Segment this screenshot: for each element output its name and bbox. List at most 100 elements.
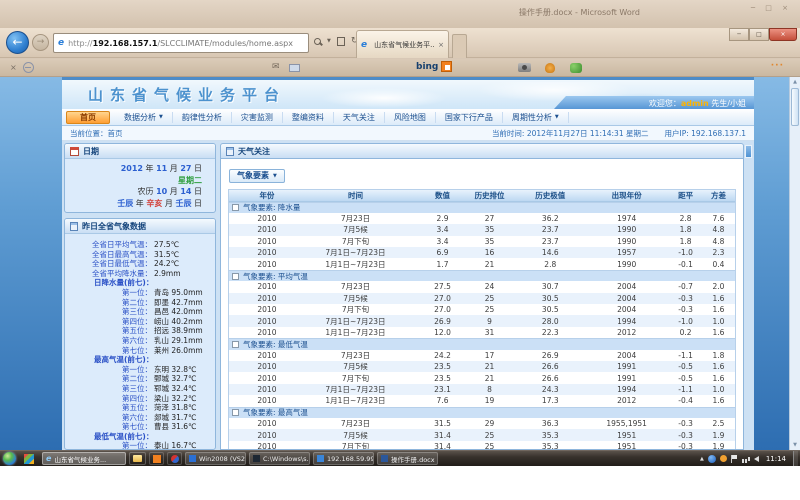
scroll-up-icon[interactable]: ▲ [790,77,800,87]
table-row[interactable]: 20101月1日~7月23日1.7212.81990-0.10.4 [229,258,735,269]
maximize-button[interactable]: □ [749,28,769,41]
url-text[interactable]: http://192.168.157.1/SLCCLIMATE/modules/… [68,39,293,48]
table-row[interactable]: 20107月下旬31.42535.31951-0.31.9 [229,441,735,450]
date-segment: 年 [143,164,156,173]
action-center-flag-icon[interactable] [731,455,738,463]
taskbar-task-button-2[interactable]: C:\Windows\s... [249,452,310,465]
weather-panel-header: 昨日全省气象数据 [65,219,215,234]
taskbar-task-button-3[interactable]: 192.168.59.99... [313,452,374,465]
section-checkbox[interactable] [232,204,239,211]
taskbar-task-button-4[interactable]: 操作手册.docx ... [377,452,438,465]
card-icon[interactable] [289,64,300,72]
nav-item-7[interactable]: 风险地图 [385,112,436,123]
table-row[interactable]: 20107月5候23.52126.61991-0.51.6 [229,361,735,372]
camera-plugin-icon[interactable] [518,63,531,72]
show-desktop-button[interactable] [793,451,798,467]
bing-logo[interactable]: bing [416,61,452,72]
close-button[interactable]: × [769,28,797,41]
start-button[interactable] [3,452,16,465]
close-pane-icon[interactable]: × [10,63,17,72]
table-row[interactable]: 20107月5候31.42535.31951-0.31.9 [229,429,735,440]
table-cell: 25 [463,305,517,314]
table-cell: 7月23日 [289,350,423,361]
table-row[interactable]: 20107月下旬3.43523.719901.84.8 [229,236,735,247]
table-row[interactable]: 20107月下旬23.52126.61991-0.51.6 [229,372,735,383]
table-row[interactable]: 20107月5候3.43523.719901.84.8 [229,224,735,235]
table-cell: 23.5 [422,362,462,371]
table-row[interactable]: 20107月5候27.02530.52004-0.31.6 [229,293,735,304]
table-row[interactable]: 20107月23日24.21726.92004-1.11.8 [229,350,735,361]
table-row[interactable]: 20107月1日~7月23日23.1824.31994-1.11.0 [229,384,735,395]
network-globe-icon[interactable] [708,455,716,463]
taskbar-app-button-2[interactable] [167,452,182,465]
table-row[interactable]: 20101月1日~7月23日12.03122.320120.21.6 [229,327,735,338]
table-cell: -0.7 [669,282,702,291]
yesterday-weather-panel: 昨日全省气象数据 全省日平均气温：27.5℃全省日最高气温：31.5℃全省日最低… [64,218,216,450]
table-cell: 1月1日~7月23日 [289,395,423,406]
browser-tab[interactable]: e 山东省气候业务平... × [356,30,449,58]
rank-value: 昌邑 42.0mm [154,307,203,316]
taskbar-clock[interactable]: 11:14 [766,455,786,463]
section-checkbox[interactable] [232,273,239,280]
chevron-down-icon[interactable]: ▼ [327,38,331,44]
tray-app-icon[interactable] [720,455,727,462]
table-row[interactable]: 20107月23日2.92736.219742.87.6 [229,213,735,224]
network-status-icon[interactable] [742,455,750,463]
section-checkbox[interactable] [232,341,239,348]
more-options-icon[interactable]: ··· [771,61,784,71]
table-row[interactable]: 20107月23日27.52430.72004-0.72.0 [229,281,735,292]
rank-label: 第三位： [68,307,152,317]
collapse-button[interactable] [745,145,752,158]
table-cell: -0.4 [669,396,702,405]
tray-expand-icon[interactable]: ▲ [700,456,704,462]
scroll-down-icon[interactable]: ▼ [790,440,800,450]
tab-close-icon[interactable]: × [438,41,444,49]
date-segment: 10 [156,187,167,196]
mail-icon[interactable]: ✉ [272,62,280,72]
table-cell: 26.9 [422,317,462,326]
table-cell: 1951 [584,431,669,440]
forward-button[interactable]: → [32,34,49,51]
compatibility-view-icon[interactable] [337,37,345,46]
rank-line: 第三位：昌邑 42.0mm [68,307,212,317]
chevron-down-icon: ▼ [273,173,277,179]
new-tab-button[interactable] [452,34,467,58]
table-row[interactable]: 20107月下旬27.02530.52004-0.31.6 [229,304,735,315]
table-cell: 7月下旬 [289,236,423,247]
scrollbar-thumb[interactable] [791,88,799,126]
nav-item-3[interactable]: 韵律性分析 [173,112,232,123]
volume-icon[interactable] [754,456,759,462]
address-bar[interactable]: e http://192.168.157.1/SLCCLIMATE/module… [53,33,309,53]
taskbar-task-button-1[interactable]: Win2008 (VS2... [185,452,246,465]
nav-item-6[interactable]: 天气关注 [334,112,385,123]
section-checkbox[interactable] [232,409,239,416]
table-row[interactable]: 20107月1日~7月23日26.9928.01994-1.01.0 [229,315,735,326]
taskbar-ie-button[interactable]: e 山东省气候业务... [42,452,126,465]
page-scrollbar[interactable]: ▲ ▼ [789,77,800,450]
taskbar-explorer-button[interactable] [129,452,146,465]
table-row[interactable]: 20101月1日~7月23日7.61917.32012-0.41.6 [229,395,735,406]
table-cell: 23.5 [422,374,462,383]
nav-item-9[interactable]: 周期性分析▼ [503,112,569,123]
minimize-button[interactable]: ─ [729,28,749,41]
table-cell: 31.4 [422,442,462,450]
taskbar-app-button-1[interactable] [149,452,164,465]
search-icon[interactable] [314,38,321,45]
nav-item-1[interactable]: 首页 [66,111,110,124]
pinned-app-icon[interactable] [24,454,34,464]
nav-item-2[interactable]: 数据分析▼ [115,112,173,123]
weather-element-dropdown[interactable]: 气象要素 ▼ [229,169,285,183]
paw-plugin-icon[interactable] [545,63,555,73]
people-plugin-icon[interactable] [570,63,582,73]
table-cell: 31.5 [422,419,462,428]
taskbar: e 山东省气候业务... Win2008 (VS2...C:\Windows\s… [0,450,800,466]
table-row[interactable]: 20107月1日~7月23日6.91614.61957-1.02.3 [229,247,735,258]
nav-item-4[interactable]: 灾害监测 [232,112,283,123]
nav-item-5[interactable]: 整编资料 [283,112,334,123]
table-row[interactable]: 20107月23日31.52936.31955,1951-0.32.5 [229,418,735,429]
task-app-icon [381,455,388,462]
table-cell: 2.5 [702,419,735,428]
table-cell: 1.6 [702,328,735,337]
back-button[interactable]: ← [6,31,29,54]
nav-item-8[interactable]: 国家下行产品 [436,112,503,123]
